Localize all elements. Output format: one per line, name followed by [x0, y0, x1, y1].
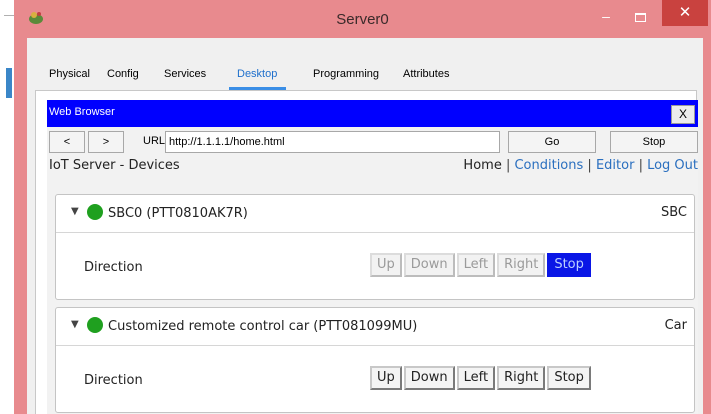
browser-toolbar: < > URL http://1.1.1.1/home.html Go Stop — [47, 131, 698, 153]
expand-caret-icon[interactable]: ▼ — [71, 319, 79, 330]
conditions-link[interactable]: Conditions — [514, 158, 583, 173]
logout-link[interactable]: Log Out — [647, 158, 698, 173]
home-link[interactable]: Home — [463, 158, 501, 173]
desktop-line — [4, 15, 14, 16]
device-type: SBC — [660, 205, 687, 220]
go-button[interactable]: Go — [508, 131, 596, 153]
left-button[interactable]: Left — [456, 253, 496, 277]
tab-attributes[interactable]: Attributes — [403, 64, 449, 90]
down-button[interactable]: Down — [403, 366, 455, 390]
up-button[interactable]: Up — [370, 366, 402, 390]
forward-button[interactable]: > — [88, 131, 124, 153]
minimize-button[interactable]: – — [593, 6, 619, 26]
direction-controls: Up Down Left Right Stop — [370, 253, 593, 277]
device-type: Car — [664, 318, 687, 333]
status-indicator-icon — [87, 204, 103, 220]
stop-button[interactable]: Stop — [547, 253, 591, 277]
up-button[interactable]: Up — [370, 253, 402, 277]
left-button[interactable]: Left — [456, 366, 496, 390]
direction-controls: Up Down Left Right Stop — [370, 366, 593, 390]
client-area: Physical Config Services Desktop Program… — [27, 38, 703, 414]
back-button[interactable]: < — [49, 131, 85, 153]
device-header[interactable]: ▼ SBC0 (PTT0810AK7R) SBC — [56, 195, 694, 233]
url-label: URL — [143, 135, 166, 147]
browser-header: Web Browser X — [47, 100, 698, 127]
editor-link[interactable]: Editor — [596, 158, 634, 173]
device-name: Customized remote control car (PTT081099… — [108, 319, 418, 334]
device-card-car: ▼ Customized remote control car (PTT0810… — [55, 307, 695, 413]
desktop-taskbar-edge — [6, 68, 12, 98]
maximize-button[interactable] — [627, 6, 653, 26]
stop-button[interactable]: Stop — [547, 366, 591, 390]
web-page: IoT Server - Devices Home | Conditions |… — [47, 156, 698, 414]
page-title: IoT Server - Devices — [49, 158, 180, 173]
tab-physical[interactable]: Physical — [49, 64, 90, 90]
tab-services[interactable]: Services — [164, 64, 206, 90]
title-bar[interactable]: Server0 – ✕ — [14, 0, 711, 38]
web-browser: Web Browser X < > URL http://1.1.1.1/hom… — [47, 100, 698, 414]
url-input[interactable]: http://1.1.1.1/home.html — [165, 131, 500, 153]
expand-caret-icon[interactable]: ▼ — [71, 206, 79, 217]
close-button[interactable]: ✕ — [662, 0, 708, 26]
control-label: Direction — [84, 260, 143, 275]
browser-title: Web Browser — [49, 106, 115, 118]
top-nav-links: Home | Conditions | Editor | Log Out — [463, 158, 698, 173]
status-indicator-icon — [87, 317, 103, 333]
link-separator: | — [638, 158, 648, 173]
tab-desktop[interactable]: Desktop — [228, 64, 287, 90]
down-button[interactable]: Down — [403, 253, 455, 277]
device-header[interactable]: ▼ Customized remote control car (PTT0810… — [56, 308, 694, 346]
right-button[interactable]: Right — [497, 253, 546, 277]
right-button[interactable]: Right — [497, 366, 546, 390]
device-card-sbc0: ▼ SBC0 (PTT0810AK7R) SBC Direction Up Do… — [55, 194, 695, 300]
browser-close-button[interactable]: X — [671, 105, 695, 124]
device-name: SBC0 (PTT0810AK7R) — [108, 206, 248, 221]
desktop-background — [0, 0, 14, 414]
link-separator: | — [587, 158, 596, 173]
control-label: Direction — [84, 373, 143, 388]
tab-programming[interactable]: Programming — [313, 64, 379, 90]
tab-config[interactable]: Config — [107, 64, 139, 90]
stop-loading-button[interactable]: Stop — [610, 131, 698, 153]
app-window: Server0 – ✕ Physical Config Services Des… — [14, 0, 711, 414]
maximize-icon — [634, 12, 646, 22]
